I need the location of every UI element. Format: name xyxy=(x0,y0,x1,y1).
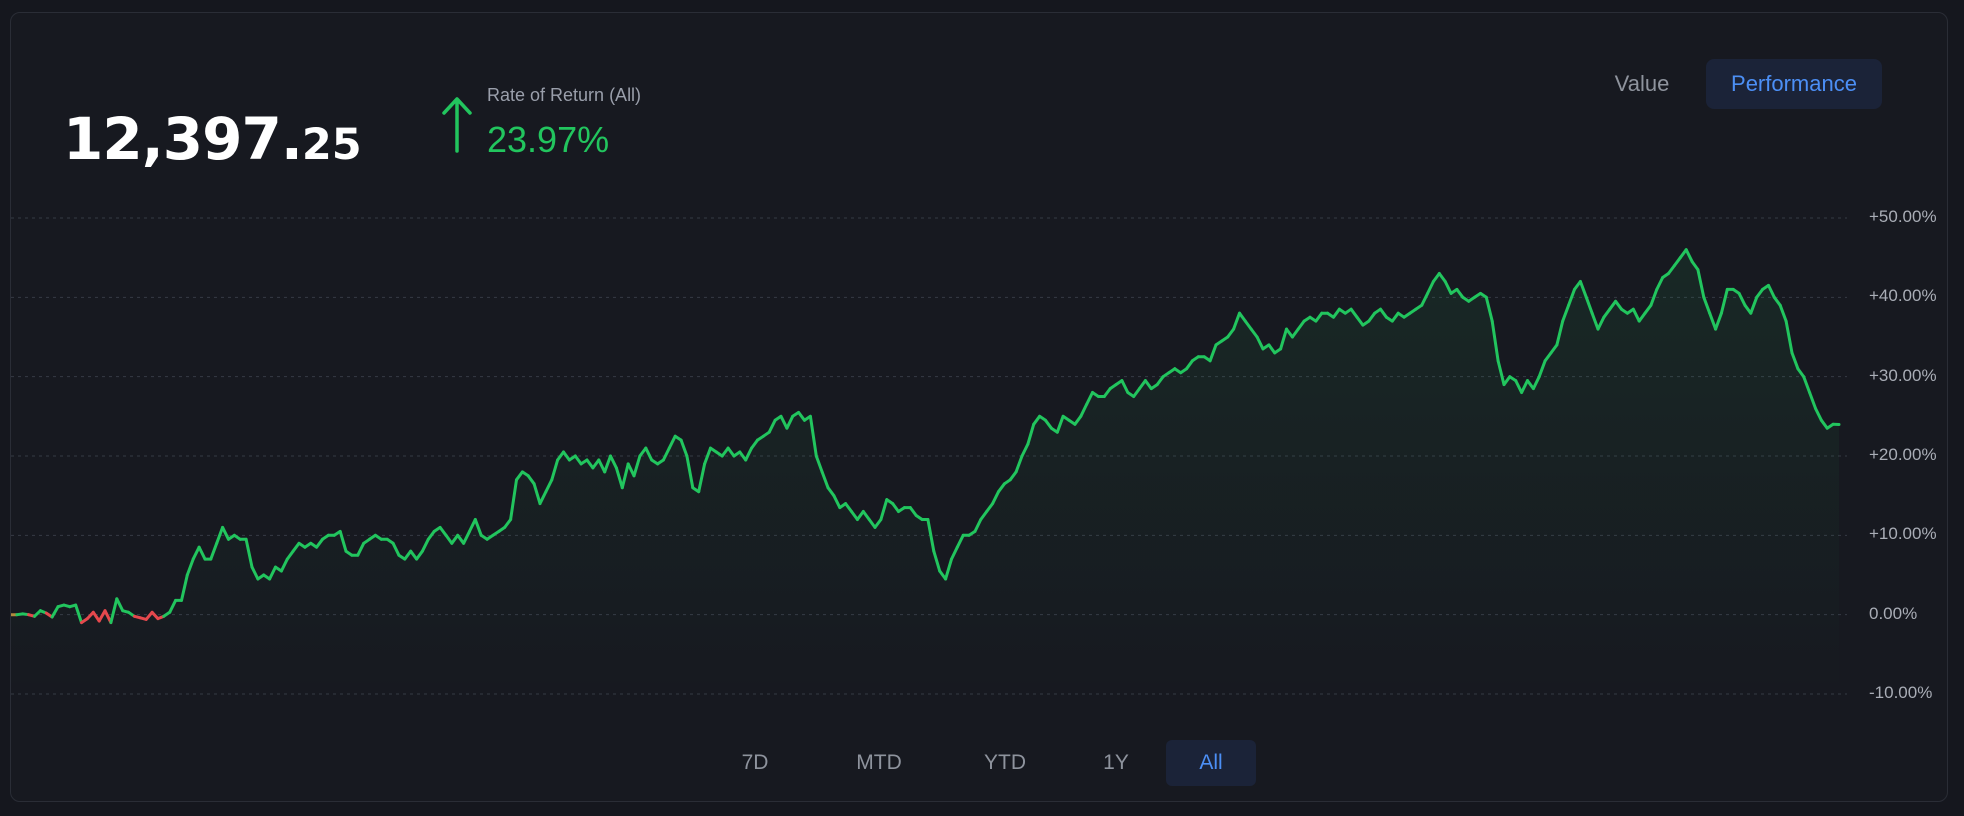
range-mtd-button[interactable]: MTD xyxy=(829,740,929,786)
y-tick-label: +50.00% xyxy=(1869,207,1937,226)
y-tick-label: +10.00% xyxy=(1869,524,1937,544)
portfolio-card: 12,397.25 Rate of Return (All) 23.97% Va… xyxy=(10,12,1948,802)
range-ytd-button[interactable]: YTD xyxy=(955,740,1055,786)
y-tick-label: +40.00% xyxy=(1869,286,1937,306)
range-1y-button[interactable]: 1Y xyxy=(1073,740,1159,786)
range-all-button[interactable]: All xyxy=(1166,740,1256,786)
y-tick-label: 0.00% xyxy=(1869,603,1918,623)
y-tick-label: +30.00% xyxy=(1869,365,1937,385)
range-7d-button[interactable]: 7D xyxy=(713,740,797,786)
performance-chart xyxy=(11,217,1847,695)
y-tick-label: -10.00% xyxy=(1869,683,1933,702)
y-tick-label: +20.00% xyxy=(1869,445,1937,464)
